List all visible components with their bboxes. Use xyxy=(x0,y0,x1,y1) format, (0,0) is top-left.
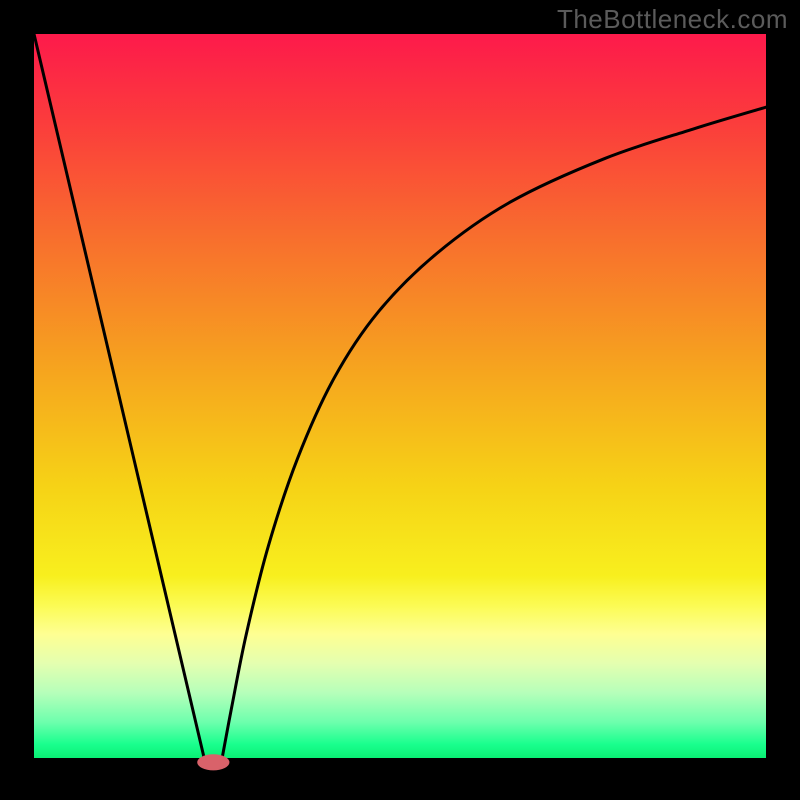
chart-frame: TheBottleneck.com xyxy=(0,0,800,800)
plot-background xyxy=(34,34,766,766)
watermark-text: TheBottleneck.com xyxy=(557,4,788,35)
trough-marker xyxy=(197,754,229,770)
baseline-band xyxy=(34,758,766,766)
bottleneck-chart xyxy=(0,0,800,800)
